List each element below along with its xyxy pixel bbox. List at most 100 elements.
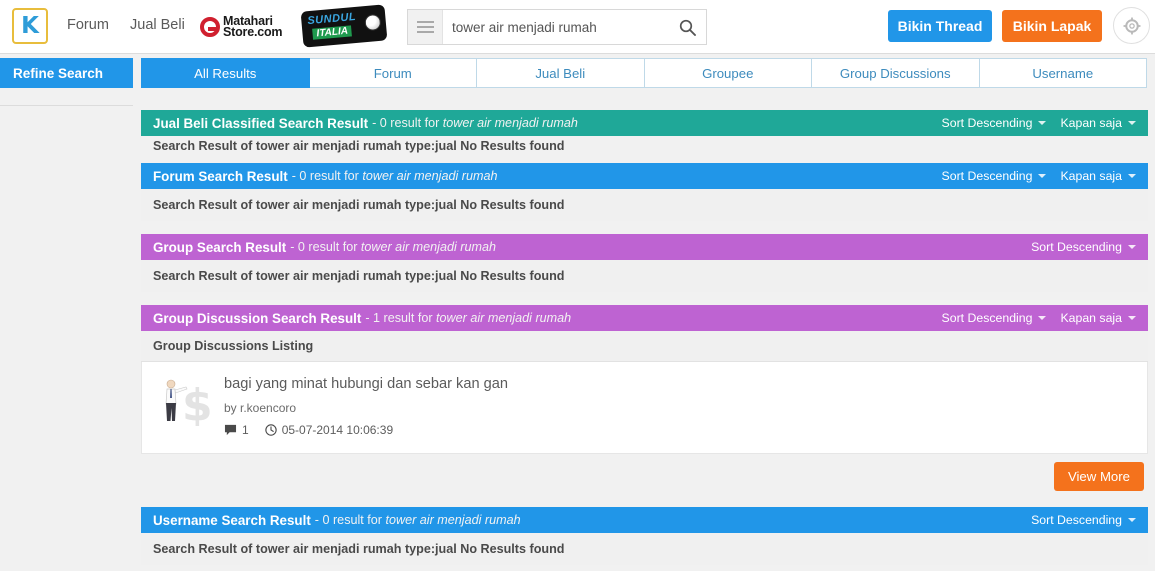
section-title: Username Search Result — [153, 512, 311, 528]
section-header-jual-beli: Jual Beli Classified Search Result - 0 r… — [141, 110, 1148, 136]
section-count-text: - 1 result for — [365, 311, 433, 325]
gear-icon — [1123, 17, 1140, 34]
search-bar — [407, 9, 707, 45]
sort-descending-dropdown[interactable]: Sort Descending — [942, 311, 1047, 325]
time-filter-dropdown[interactable]: Kapan saja — [1060, 116, 1136, 130]
section-controls: Sort Descending — [1031, 513, 1136, 527]
search-submit-button[interactable] — [668, 10, 706, 44]
matahari-mark-icon — [200, 17, 220, 37]
comment-icon — [224, 424, 237, 436]
time-filter-dropdown[interactable]: Kapan saja — [1060, 169, 1136, 183]
site-logo[interactable]: K — [12, 8, 48, 44]
site-header: K Forum Jual Beli Matahari Store.com SUN… — [0, 0, 1155, 54]
matahari-logo-text: Matahari Store.com — [223, 14, 283, 39]
sort-descending-dropdown[interactable]: Sort Descending — [1031, 513, 1136, 527]
section-count-text: - 0 result for — [290, 240, 358, 254]
section-header-group-discussion: Group Discussion Search Result - 1 resul… — [141, 305, 1148, 331]
sort-label: Sort Descending — [1031, 240, 1122, 254]
list-item[interactable]: $ bagi yang minat hubungi dan sebar kan … — [141, 362, 1148, 454]
sort-descending-dropdown[interactable]: Sort Descending — [1031, 240, 1136, 254]
discussion-date-value: 05-07-2014 10:06:39 — [281, 423, 394, 437]
section-query: tower air menjadi rumah — [442, 116, 578, 130]
discussion-meta: 1 05-07-2014 10:06:39 — [224, 423, 508, 437]
time-filter-dropdown[interactable]: Kapan saja — [1060, 311, 1136, 325]
result-tabs: All Results Forum Jual Beli Groupee Grou… — [141, 58, 1147, 88]
discussion-title[interactable]: bagi yang minat hubungi dan sebar kan ga… — [224, 376, 508, 392]
section-query: tower air menjadi rumah — [385, 513, 521, 527]
section-controls: Sort Descending Kapan saja — [942, 116, 1136, 130]
section-query: tower air menjadi rumah — [436, 311, 572, 325]
tab-jual-beli[interactable]: Jual Beli — [477, 58, 645, 88]
chevron-down-icon — [1038, 174, 1047, 178]
refine-search-button[interactable]: Refine Search — [0, 58, 133, 88]
section-title: Forum Search Result — [153, 168, 288, 184]
section-count-text: - 0 result for — [372, 116, 440, 130]
tab-forum[interactable]: Forum — [309, 58, 477, 88]
matahari-line2: Store.com — [223, 25, 283, 39]
view-more-row: View More — [141, 454, 1148, 501]
bikin-thread-button[interactable]: Bikin Thread — [888, 10, 992, 42]
chevron-down-icon — [1128, 121, 1136, 125]
section-query: tower air menjadi rumah — [362, 169, 498, 183]
svg-text:$: $ — [182, 380, 212, 426]
time-label: Kapan saja — [1060, 116, 1122, 130]
tab-strip-row: Refine Search All Results Forum Jual Bel… — [0, 54, 1155, 106]
search-icon — [679, 19, 696, 36]
section-username: Username Search Result - 0 result for to… — [141, 507, 1148, 565]
logo-k-letter: K — [21, 12, 39, 39]
section-query: tower air menjadi rumah — [360, 240, 496, 254]
section-count: - 1 result for tower air menjadi rumah — [365, 311, 571, 325]
section-controls: Sort Descending Kapan saja — [942, 169, 1136, 183]
list-item-content: bagi yang minat hubungi dan sebar kan ga… — [224, 374, 508, 437]
section-body-username: Search Result of tower air menjadi rumah… — [141, 533, 1148, 565]
nav-forum[interactable]: Forum — [67, 17, 109, 33]
chevron-down-icon — [1038, 121, 1047, 125]
chevron-down-icon — [1128, 245, 1136, 249]
search-results-container: Jual Beli Classified Search Result - 0 r… — [141, 110, 1148, 571]
section-body-group: Search Result of tower air menjadi rumah… — [141, 260, 1148, 292]
section-title: Group Search Result — [153, 239, 287, 255]
section-controls: Sort Descending Kapan saja — [942, 311, 1136, 325]
tab-all-results[interactable]: All Results — [141, 58, 310, 88]
sort-descending-dropdown[interactable]: Sort Descending — [942, 116, 1047, 130]
time-label: Kapan saja — [1060, 311, 1122, 325]
section-count: - 0 result for tower air menjadi rumah — [372, 116, 578, 130]
discussion-author[interactable]: by r.koencoro — [224, 401, 508, 415]
chevron-down-icon — [1128, 174, 1136, 178]
settings-button[interactable] — [1113, 7, 1150, 44]
section-count: - 0 result for tower air menjadi rumah — [292, 169, 498, 183]
comment-count-value: 1 — [242, 423, 249, 437]
time-label: Kapan saja — [1060, 169, 1122, 183]
section-body-forum: Search Result of tower air menjadi rumah… — [141, 189, 1148, 221]
search-input[interactable] — [443, 11, 668, 43]
group-discussions-listing-label: Group Discussions Listing — [141, 331, 1148, 362]
section-count: - 0 result for tower air menjadi rumah — [315, 513, 521, 527]
tab-group-discussions[interactable]: Group Discussions — [812, 58, 980, 88]
sort-label: Sort Descending — [1031, 513, 1122, 527]
bikin-lapak-button[interactable]: Bikin Lapak — [1002, 10, 1102, 42]
section-group: Group Search Result - 0 result for tower… — [141, 234, 1148, 292]
sundul-italia-banner[interactable]: SUNDUL ITALIA — [300, 4, 388, 48]
section-title: Jual Beli Classified Search Result — [153, 115, 369, 131]
matahari-store-logo[interactable]: Matahari Store.com — [200, 12, 283, 42]
section-title: Group Discussion Search Result — [153, 310, 362, 326]
section-forum: Forum Search Result - 0 result for tower… — [141, 163, 1148, 221]
search-filter-menu-icon[interactable] — [408, 10, 443, 44]
view-more-button[interactable]: View More — [1053, 462, 1144, 491]
tab-groupee[interactable]: Groupee — [644, 58, 812, 88]
nav-jual-beli[interactable]: Jual Beli — [130, 17, 185, 33]
section-body-jual-beli: Search Result of tower air menjadi rumah… — [153, 139, 565, 153]
avatar: $ — [156, 374, 212, 426]
section-count-text: - 0 result for — [291, 169, 359, 183]
sort-descending-dropdown[interactable]: Sort Descending — [942, 169, 1047, 183]
section-count-text: - 0 result for — [314, 513, 382, 527]
sort-label: Sort Descending — [941, 311, 1033, 325]
section-jual-beli-classified: Jual Beli Classified Search Result - 0 r… — [141, 110, 1148, 157]
tab-username[interactable]: Username — [979, 58, 1147, 88]
sidebar-panel — [0, 92, 133, 106]
comment-count: 1 — [224, 423, 249, 437]
businessman-dollar-icon: $ — [165, 379, 212, 426]
chevron-down-icon — [1038, 316, 1047, 320]
section-header-group: Group Search Result - 0 result for tower… — [141, 234, 1148, 260]
soccer-ball-icon — [364, 13, 382, 32]
